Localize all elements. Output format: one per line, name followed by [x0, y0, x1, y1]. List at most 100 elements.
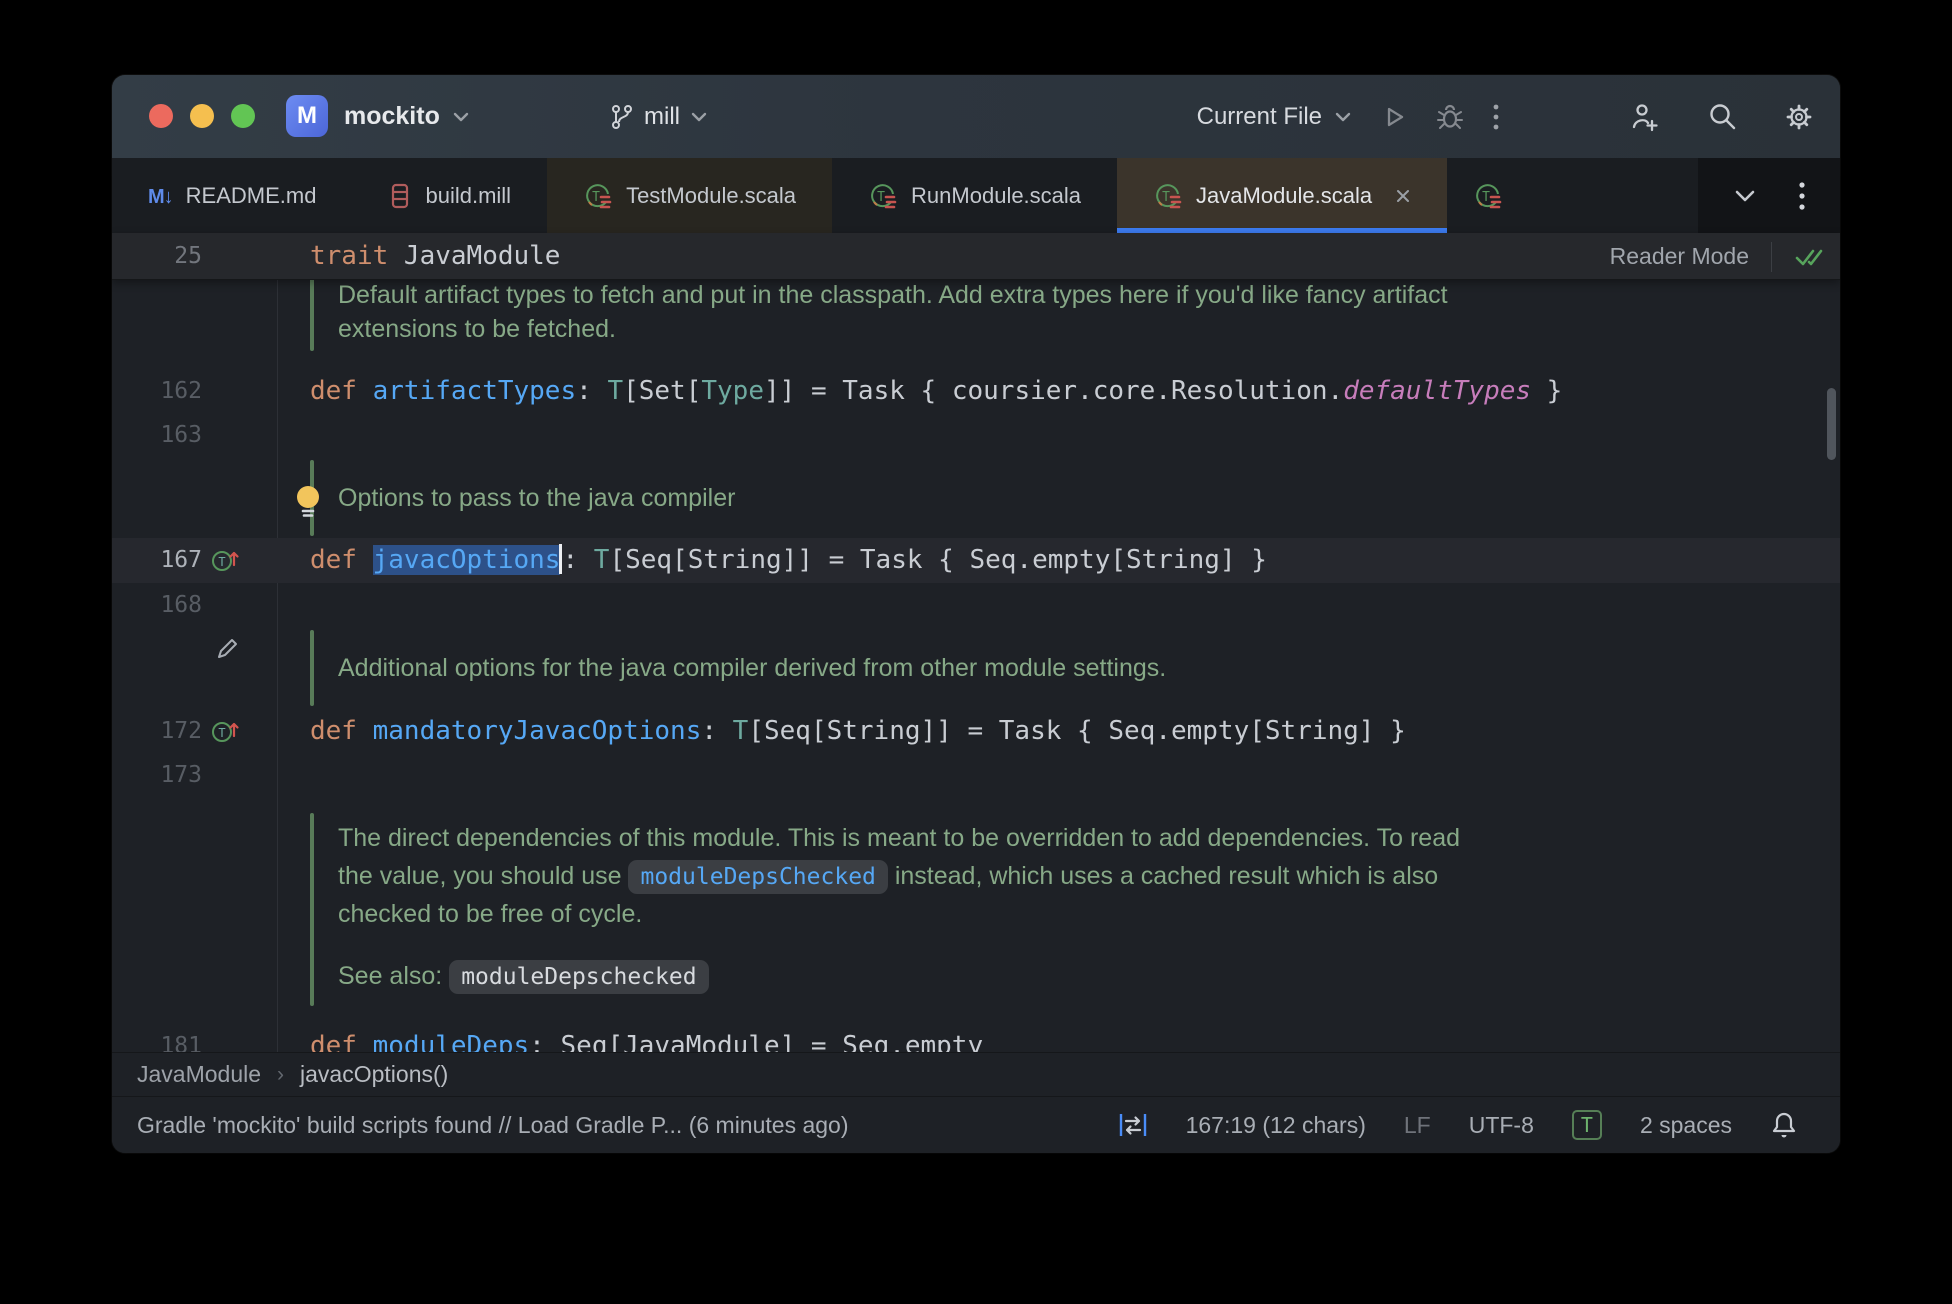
- more-actions-button[interactable]: [1492, 102, 1500, 132]
- code-text: def javacOptions: T[Seq[String]] = Task …: [310, 543, 1267, 575]
- code-vision-toggle-icon[interactable]: [1118, 1111, 1148, 1139]
- code-with-me-button[interactable]: [1629, 101, 1661, 133]
- line-number: 162: [160, 377, 202, 404]
- close-window-button[interactable]: [149, 104, 173, 128]
- trait-override-gutter-icon[interactable]: T: [210, 545, 240, 575]
- line-number: 172: [160, 717, 202, 744]
- inspections-ok-icon[interactable]: [1794, 245, 1824, 269]
- settings-button[interactable]: [1783, 101, 1815, 133]
- scope-badge[interactable]: T: [1571, 1110, 1602, 1140]
- edit-comment-pencil-icon[interactable]: [214, 634, 242, 662]
- divider: [1771, 241, 1772, 272]
- run-configuration-selector[interactable]: Current File: [1197, 103, 1352, 131]
- editor-tab-overflow[interactable]: T: [1447, 158, 1503, 233]
- doc-text: Options to pass to the java compiler: [338, 484, 736, 512]
- code-line-163[interactable]: 163: [112, 413, 1840, 458]
- notifications-bell-icon[interactable]: [1770, 1110, 1798, 1140]
- code-editor[interactable]: Default artifact types to fetch and put …: [112, 280, 1840, 1052]
- code-line-167[interactable]: 167 Tdef javacOptions: T[Seq[String]] = T…: [112, 537, 1840, 583]
- project-icon[interactable]: M: [286, 95, 328, 137]
- git-branch-icon: [610, 104, 634, 130]
- code-text: def artifactTypes: T[Set[Type]] = Task {…: [310, 375, 1563, 406]
- tab-label: TestModule.scala: [626, 182, 797, 208]
- inline-code-chip: moduleDepschecked: [449, 960, 709, 994]
- doc-comment-line[interactable]: extensions to be fetched.: [112, 310, 1840, 348]
- indent-indicator[interactable]: 2 spaces: [1640, 1112, 1732, 1139]
- inline-code-chip: moduleDepsChecked: [628, 860, 888, 894]
- code-line-181[interactable]: 181 def moduleDeps: Seq[JavaModule] = Seq…: [112, 1024, 1840, 1053]
- editor-tab-bar: M↓ README.md build.mill T TestModule.scala T R…: [112, 158, 1840, 233]
- mill-file-icon: [388, 182, 412, 210]
- svg-text:T: T: [218, 726, 225, 740]
- svg-text:T: T: [592, 190, 600, 205]
- trait-override-gutter-icon[interactable]: T: [210, 716, 240, 746]
- svg-text:T: T: [218, 555, 225, 569]
- vcs-branch-selector[interactable]: mill: [610, 75, 708, 158]
- doc-comment-line[interactable]: The direct dependencies of this module. …: [112, 819, 1840, 857]
- editor-tab-runmodule-scala[interactable]: T RunModule.scala: [832, 158, 1117, 233]
- line-number: 181: [160, 1032, 202, 1053]
- search-everywhere-button[interactable]: [1706, 101, 1738, 133]
- editor-tab-build-mill[interactable]: build.mill: [352, 158, 547, 233]
- editor-tab-readme-md[interactable]: M↓ README.md: [112, 158, 352, 233]
- chevron-down-icon: [1334, 111, 1352, 123]
- ide-window: M mockito mill Current File M↓ README.md…: [112, 75, 1840, 1153]
- project-name: mockito: [344, 102, 440, 130]
- editor-tab-javamodule-scala[interactable]: T JavaModule.scala: [1117, 158, 1448, 233]
- doc-comment-line[interactable]: Options to pass to the java compiler: [112, 479, 1840, 517]
- breadcrumb-item[interactable]: JavaModule: [137, 1061, 261, 1088]
- encoding-indicator[interactable]: UTF-8: [1469, 1112, 1534, 1139]
- markdown-file-icon: M↓: [148, 185, 174, 208]
- project-selector[interactable]: mockito: [344, 75, 470, 158]
- line-number: 163: [160, 421, 202, 448]
- chevron-down-icon: [452, 111, 470, 123]
- doc-comment-line[interactable]: See also: moduleDepschecked: [112, 957, 1840, 995]
- doc-text: extensions to be fetched.: [338, 315, 616, 343]
- scala-trait-file-icon: T: [1153, 181, 1183, 211]
- svg-text:T: T: [877, 190, 885, 205]
- zoom-window-button[interactable]: [231, 104, 255, 128]
- status-message[interactable]: Gradle 'mockito' build scripts found // …: [137, 1112, 849, 1139]
- debug-button[interactable]: [1436, 103, 1464, 131]
- tab-label: JavaModule.scala: [1196, 182, 1373, 208]
- editor-tab-testmodule-scala[interactable]: T TestModule.scala: [547, 158, 833, 233]
- editor-scrollbar[interactable]: [1827, 388, 1836, 460]
- line-number: 168: [160, 591, 202, 618]
- breadcrumb: JavaModule › javacOptions(): [112, 1052, 1840, 1096]
- title-bar: M mockito mill Current File: [112, 75, 1840, 158]
- code-line-172[interactable]: 172 Tdef mandatoryJavacOptions: T[Seq[Str…: [112, 709, 1840, 754]
- run-button[interactable]: [1380, 103, 1408, 131]
- code-line-173[interactable]: 173: [112, 753, 1840, 798]
- doc-comment-line[interactable]: Default artifact types to fetch and put …: [112, 280, 1840, 314]
- doc-text: the value, you should use moduleDepsChec…: [338, 857, 1438, 895]
- doc-comment-line[interactable]: Additional options for the java compiler…: [112, 649, 1840, 687]
- sticky-declaration-line[interactable]: 25 trait JavaModule Reader Mode: [112, 233, 1840, 280]
- code-line-162[interactable]: 162 def artifactTypes: T[Set[Type]] = Tas…: [112, 369, 1840, 414]
- chevron-down-icon: [690, 111, 708, 123]
- doc-comment-line[interactable]: the value, you should use moduleDepsChec…: [112, 857, 1840, 895]
- close-tab-icon[interactable]: [1395, 188, 1411, 204]
- run-config-label: Current File: [1196, 102, 1322, 130]
- sticky-line-number: 25: [174, 243, 202, 269]
- doc-text: The direct dependencies of this module. …: [338, 824, 1461, 852]
- doc-text: Additional options for the java compiler…: [338, 654, 1167, 682]
- line-separator-indicator[interactable]: LF: [1404, 1112, 1431, 1139]
- reader-mode-label[interactable]: Reader Mode: [1610, 243, 1749, 270]
- doc-text: checked to be free of cycle.: [338, 900, 643, 928]
- intention-lightbulb-icon[interactable]: [294, 482, 322, 526]
- minimize-window-button[interactable]: [190, 104, 214, 128]
- code-line-168[interactable]: 168: [112, 583, 1840, 628]
- breadcrumb-item[interactable]: javacOptions(): [300, 1061, 448, 1088]
- code-text: def moduleDeps: Seq[JavaModule] = Seq.em…: [310, 1030, 984, 1053]
- doc-text: See also: moduleDepschecked: [338, 957, 709, 995]
- line-number: 167: [160, 546, 202, 573]
- tab-label: build.mill: [425, 182, 512, 208]
- hidden-tabs-chevron-button[interactable]: [1732, 188, 1758, 204]
- line-number: 173: [160, 761, 202, 788]
- tab-label: RunModule.scala: [911, 182, 1082, 208]
- tab-options-button[interactable]: [1798, 180, 1806, 212]
- caret-position[interactable]: 167:19 (12 chars): [1186, 1112, 1366, 1139]
- doc-comment-line[interactable]: checked to be free of cycle.: [112, 895, 1840, 933]
- status-bar: Gradle 'mockito' build scripts found // …: [112, 1096, 1840, 1153]
- doc-text: Default artifact types to fetch and put …: [338, 281, 1448, 309]
